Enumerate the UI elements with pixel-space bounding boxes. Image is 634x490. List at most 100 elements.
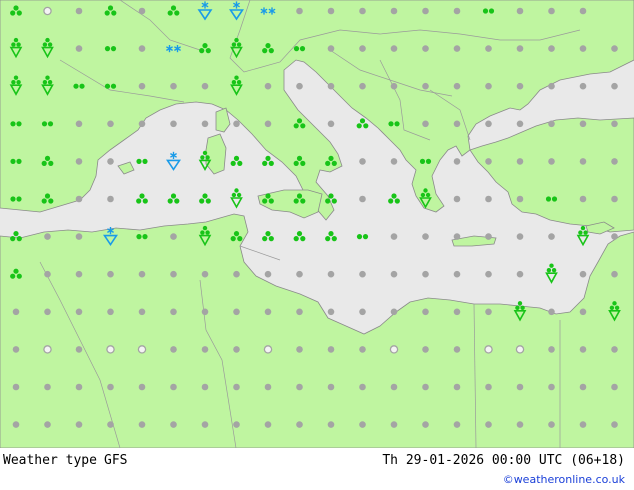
fair-dot-icon <box>453 7 461 15</box>
fair-dot-icon <box>327 383 335 391</box>
fair-dot-icon <box>485 158 492 165</box>
cloudy-icon <box>106 345 115 354</box>
fair-dot-icon <box>516 45 524 52</box>
fair-dot-icon <box>548 120 555 128</box>
fair-dot-icon <box>516 383 524 391</box>
fair-dot-icon <box>264 421 272 428</box>
fair-dot-icon <box>579 82 587 90</box>
weather-map <box>0 0 634 448</box>
fair-dot-icon <box>548 82 555 90</box>
fair-dot-icon <box>75 195 83 203</box>
fair-dot-icon <box>359 45 366 52</box>
fair-dot-icon <box>138 308 146 316</box>
fair-dot-icon <box>611 45 618 52</box>
fair-dot-icon <box>201 270 209 278</box>
fair-dot-icon <box>579 383 587 391</box>
fair-dot-icon <box>516 120 524 128</box>
fair-dot-icon <box>44 233 51 240</box>
fair-dot-icon <box>138 7 146 15</box>
fair-dot-icon <box>296 270 303 278</box>
fair-dot-icon <box>390 158 398 165</box>
fair-dot-icon <box>296 82 303 90</box>
fair-dot-icon <box>264 120 272 128</box>
fair-dot-icon <box>390 270 398 278</box>
island-sardinia <box>205 133 227 175</box>
fair-dot-icon <box>422 7 429 15</box>
fair-dot-icon <box>233 346 240 353</box>
fair-dot-icon <box>296 308 303 316</box>
fair-dot-icon <box>453 346 461 353</box>
fair-dot-icon <box>296 383 303 391</box>
fair-dot-icon <box>107 270 114 278</box>
cloudy-icon <box>263 345 273 354</box>
fair-dot-icon <box>422 421 429 428</box>
fair-dot-icon <box>516 421 524 428</box>
fair-dot-icon <box>548 421 555 428</box>
fair-dot-icon <box>359 270 366 278</box>
fair-dot-icon <box>107 158 114 165</box>
fair-dot-icon <box>170 346 177 353</box>
fair-dot-icon <box>390 233 398 240</box>
fair-dot-icon <box>611 195 618 203</box>
fair-dot-icon <box>485 195 492 203</box>
fair-dot-icon <box>107 308 114 316</box>
fair-dot-icon <box>296 346 303 353</box>
fair-dot-icon <box>422 270 429 278</box>
fair-dot-icon <box>579 45 587 52</box>
fair-dot-icon <box>485 383 492 391</box>
fair-dot-icon <box>201 346 209 353</box>
fair-dot-icon <box>611 82 618 90</box>
fair-dot-icon <box>611 383 618 391</box>
fair-dot-icon <box>548 45 555 52</box>
fair-dot-icon <box>453 233 461 240</box>
credit-link[interactable]: ©weatheronline.co.uk <box>503 473 625 486</box>
fair-dot-icon <box>485 233 492 240</box>
fair-dot-icon <box>264 82 272 90</box>
fair-dot-icon <box>44 421 51 428</box>
fair-dot-icon <box>138 421 146 428</box>
fair-dot-icon <box>44 308 51 316</box>
fair-dot-icon <box>516 270 524 278</box>
fair-dot-icon <box>485 82 492 90</box>
fair-dot-icon <box>453 82 461 90</box>
fair-dot-icon <box>359 7 366 15</box>
fair-dot-icon <box>548 158 555 165</box>
fair-dot-icon <box>75 233 83 240</box>
fair-dot-icon <box>233 120 240 128</box>
fair-dot-icon <box>485 421 492 428</box>
fair-dot-icon <box>390 45 398 52</box>
fair-dot-icon <box>548 7 555 15</box>
fair-dot-icon <box>12 308 20 316</box>
fair-dot-icon <box>422 308 429 316</box>
fair-dot-icon <box>611 120 618 128</box>
fair-dot-icon <box>201 120 209 128</box>
fair-dot-icon <box>75 158 83 165</box>
fair-dot-icon <box>453 421 461 428</box>
cloudy-icon <box>484 345 493 354</box>
fair-dot-icon <box>170 233 177 240</box>
fair-dot-icon <box>579 308 587 316</box>
fair-dot-icon <box>264 383 272 391</box>
fair-dot-icon <box>107 421 114 428</box>
fair-dot-icon <box>453 45 461 52</box>
fair-dot-icon <box>453 158 461 165</box>
fair-dot-icon <box>422 383 429 391</box>
fair-dot-icon <box>327 45 335 52</box>
fair-dot-icon <box>422 45 429 52</box>
fair-dot-icon <box>296 7 303 15</box>
fair-dot-icon <box>485 308 492 316</box>
fair-dot-icon <box>516 7 524 15</box>
model-name: GFS <box>104 453 128 468</box>
fair-dot-icon <box>611 270 618 278</box>
fair-dot-icon <box>327 270 335 278</box>
cloudy-icon <box>515 345 525 354</box>
fair-dot-icon <box>75 45 83 52</box>
fair-dot-icon <box>516 82 524 90</box>
fair-dot-icon <box>75 346 83 353</box>
fair-dot-icon <box>548 346 555 353</box>
fair-dot-icon <box>44 383 51 391</box>
fair-dot-icon <box>485 45 492 52</box>
fair-dot-icon <box>390 82 398 90</box>
map-title: Weather type <box>3 453 97 468</box>
fair-dot-icon <box>359 383 366 391</box>
